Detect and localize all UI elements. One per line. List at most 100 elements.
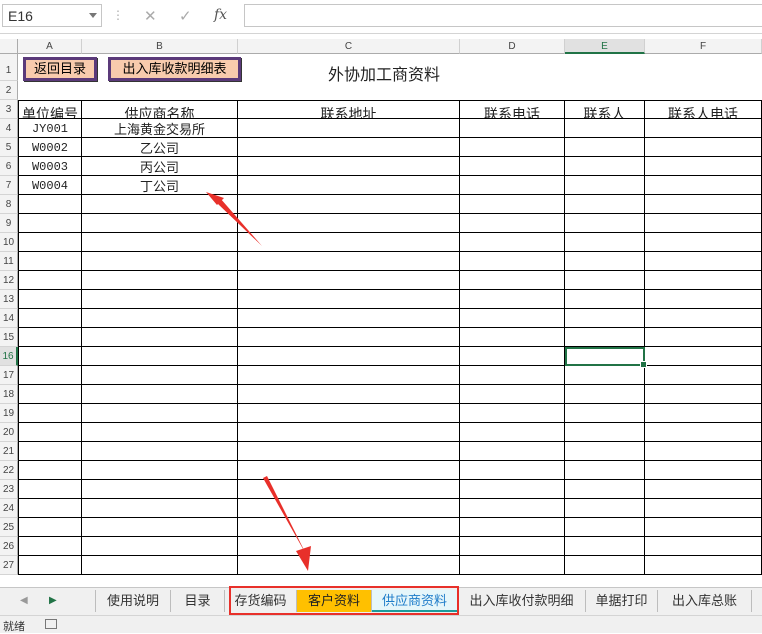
row-header-16[interactable]: 16	[0, 347, 18, 366]
row-header-17[interactable]: 17	[0, 366, 18, 385]
cell-c23[interactable]	[238, 480, 460, 499]
row-header-20[interactable]: 20	[0, 423, 18, 442]
row-header-27[interactable]: 27	[0, 556, 18, 575]
cell-c22[interactable]	[238, 461, 460, 480]
cell-b15[interactable]	[82, 328, 238, 347]
cell-b14[interactable]	[82, 309, 238, 328]
cell-e9[interactable]	[565, 214, 645, 233]
cell-a26[interactable]	[18, 537, 82, 556]
cell-c5[interactable]	[238, 138, 460, 157]
cell-b4[interactable]: 上海黄金交易所	[82, 119, 238, 138]
insert-function-icon[interactable]: fx	[214, 7, 227, 23]
cell-b9[interactable]	[82, 214, 238, 233]
cell-f26[interactable]	[645, 537, 762, 556]
cell-d15[interactable]	[460, 328, 565, 347]
row-header-7[interactable]: 7	[0, 176, 18, 195]
cell-d16[interactable]	[460, 347, 565, 366]
cell-d24[interactable]	[460, 499, 565, 518]
cell-a18[interactable]	[18, 385, 82, 404]
cell-c10[interactable]	[238, 233, 460, 252]
cell-a11[interactable]	[18, 252, 82, 271]
cell-a22[interactable]	[18, 461, 82, 480]
cell-a19[interactable]	[18, 404, 82, 423]
column-title-e[interactable]: 联系人	[565, 100, 645, 119]
cell-d20[interactable]	[460, 423, 565, 442]
column-header-d[interactable]: D	[460, 39, 565, 54]
cell-c15[interactable]	[238, 328, 460, 347]
cell-d17[interactable]	[460, 366, 565, 385]
cell-e14[interactable]	[565, 309, 645, 328]
cell-e10[interactable]	[565, 233, 645, 252]
cell-f11[interactable]	[645, 252, 762, 271]
column-header-b[interactable]: B	[82, 39, 238, 54]
cell-d26[interactable]	[460, 537, 565, 556]
cell-a7[interactable]: W0004	[18, 176, 82, 195]
cell-d4[interactable]	[460, 119, 565, 138]
cell-d6[interactable]	[460, 157, 565, 176]
sheet-tab-4[interactable]: 客户资料	[297, 590, 372, 612]
cell-e27[interactable]	[565, 556, 645, 575]
column-title-a[interactable]: 单位编号	[18, 100, 82, 119]
scroll-right-icon[interactable]: ▶	[49, 595, 57, 606]
cell-f22[interactable]	[645, 461, 762, 480]
sheet-tab-3[interactable]: 存货编码	[225, 590, 297, 612]
cell-c12[interactable]	[238, 271, 460, 290]
cell-c20[interactable]	[238, 423, 460, 442]
cell-f9[interactable]	[645, 214, 762, 233]
row-header-24[interactable]: 24	[0, 499, 18, 518]
cell-c26[interactable]	[238, 537, 460, 556]
cell-f7[interactable]	[645, 176, 762, 195]
back-to-index-button[interactable]: 返回目录	[23, 57, 97, 81]
cell-d22[interactable]	[460, 461, 565, 480]
column-title-f[interactable]: 联系人电话	[645, 100, 762, 119]
cell-b26[interactable]	[82, 537, 238, 556]
row-header-11[interactable]: 11	[0, 252, 18, 271]
cell-f20[interactable]	[645, 423, 762, 442]
cell-e13[interactable]	[565, 290, 645, 309]
cell-f27[interactable]	[645, 556, 762, 575]
cell-d25[interactable]	[460, 518, 565, 537]
cell-c17[interactable]	[238, 366, 460, 385]
formula-input[interactable]	[244, 4, 762, 27]
cell-d9[interactable]	[460, 214, 565, 233]
row-header-3[interactable]: 3	[0, 100, 18, 119]
cell-e18[interactable]	[565, 385, 645, 404]
scroll-left-icon[interactable]: ◀	[20, 595, 28, 606]
cell-f14[interactable]	[645, 309, 762, 328]
cell-c27[interactable]	[238, 556, 460, 575]
sheet-tab-1[interactable]: 使用说明	[95, 590, 171, 612]
more-options-icon[interactable]: ⋮	[112, 9, 124, 21]
cell-a6[interactable]: W0003	[18, 157, 82, 176]
cell-e23[interactable]	[565, 480, 645, 499]
row-header-2[interactable]: 2	[0, 81, 18, 100]
cell-a5[interactable]: W0002	[18, 138, 82, 157]
cell-e17[interactable]	[565, 366, 645, 385]
cell-f17[interactable]	[645, 366, 762, 385]
cell-a17[interactable]	[18, 366, 82, 385]
cell-b17[interactable]	[82, 366, 238, 385]
row-header-19[interactable]: 19	[0, 404, 18, 423]
cell-e8[interactable]	[565, 195, 645, 214]
cell-c14[interactable]	[238, 309, 460, 328]
cell-b22[interactable]	[82, 461, 238, 480]
cell-a12[interactable]	[18, 271, 82, 290]
row-header-4[interactable]: 4	[0, 119, 18, 138]
cell-b12[interactable]	[82, 271, 238, 290]
cell-e15[interactable]	[565, 328, 645, 347]
column-header-c[interactable]: C	[238, 39, 460, 54]
cell-b11[interactable]	[82, 252, 238, 271]
cell-f18[interactable]	[645, 385, 762, 404]
cell-c4[interactable]	[238, 119, 460, 138]
cell-c7[interactable]	[238, 176, 460, 195]
cell-c24[interactable]	[238, 499, 460, 518]
cell-e5[interactable]	[565, 138, 645, 157]
cell-f21[interactable]	[645, 442, 762, 461]
cell-a27[interactable]	[18, 556, 82, 575]
cell-b21[interactable]	[82, 442, 238, 461]
cell-d8[interactable]	[460, 195, 565, 214]
cell-b10[interactable]	[82, 233, 238, 252]
cell-c21[interactable]	[238, 442, 460, 461]
cell-c13[interactable]	[238, 290, 460, 309]
cell-d12[interactable]	[460, 271, 565, 290]
cell-f23[interactable]	[645, 480, 762, 499]
